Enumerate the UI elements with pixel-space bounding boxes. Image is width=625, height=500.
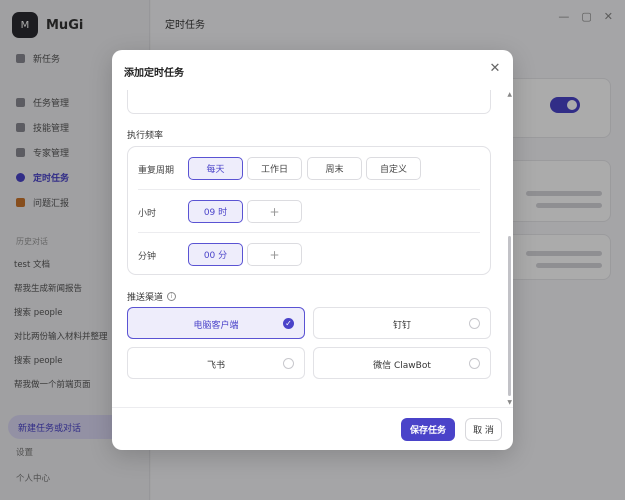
channel-text: 飞书 — [206, 361, 225, 371]
scrollbar-thumb[interactable] — [508, 236, 511, 396]
add-minute-button[interactable]: + — [247, 243, 302, 266]
scroll-down-arrow-icon[interactable]: ▼ — [507, 399, 512, 406]
task-content-textarea[interactable] — [127, 90, 491, 114]
channel-desktop-client[interactable]: 电脑客户端 ✓ — [127, 307, 305, 339]
hour-label: 小时 — [138, 209, 157, 219]
repeat-option-weekdays[interactable]: 工作日 — [247, 157, 302, 180]
dialog-title: 添加定时任务 — [124, 68, 184, 79]
channel-text: 钉钉 — [392, 321, 411, 331]
scroll-up-arrow-icon[interactable]: ▲ — [507, 91, 512, 98]
hour-row: 小时 09 时 + — [128, 190, 490, 233]
channel-feishu[interactable]: 飞书 — [127, 347, 305, 379]
channel-dingtalk[interactable]: 钉钉 — [313, 307, 491, 339]
channel-text: 微信 ClawBot — [373, 361, 431, 371]
check-icon: ✓ — [283, 318, 294, 329]
radio-icon — [469, 318, 480, 329]
channel-wechat-clawbot[interactable]: 微信 ClawBot — [313, 347, 491, 379]
repeat-option-daily[interactable]: 每天 — [188, 157, 243, 180]
cancel-button[interactable]: 取 消 — [465, 418, 502, 441]
hour-chip[interactable]: 09 时 — [188, 200, 243, 223]
repeat-label: 重复周期 — [138, 166, 175, 176]
repeat-option-weekend[interactable]: 周末 — [307, 157, 362, 180]
radio-icon — [469, 358, 480, 369]
add-hour-button[interactable]: + — [247, 200, 302, 223]
channel-label-text: 推送渠道 — [127, 293, 164, 303]
repeat-row: 重复周期 每天 工作日 周末 自定义 — [128, 147, 490, 190]
dialog-footer: 保存任务 取 消 — [112, 407, 513, 450]
save-task-button[interactable]: 保存任务 — [401, 418, 455, 441]
frequency-card: 重复周期 每天 工作日 周末 自定义 小时 09 时 + 分钟 00 分 + — [127, 146, 491, 275]
frequency-label: 执行频率 — [127, 128, 163, 141]
channel-label: 推送渠道 i — [127, 290, 177, 303]
minute-label: 分钟 — [138, 252, 157, 262]
radio-icon — [283, 358, 294, 369]
info-icon[interactable]: i — [167, 292, 177, 301]
close-icon[interactable]: ✕ — [487, 61, 503, 77]
dialog-body[interactable]: 执行频率 重复周期 每天 工作日 周末 自定义 小时 09 时 + 分钟 00 … — [112, 90, 513, 407]
repeat-option-custom[interactable]: 自定义 — [366, 157, 421, 180]
minute-row: 分钟 00 分 + — [128, 233, 490, 276]
channel-text: 电脑客户端 — [193, 321, 239, 331]
minute-chip[interactable]: 00 分 — [188, 243, 243, 266]
add-scheduled-task-dialog: 添加定时任务 ✕ 执行频率 重复周期 每天 工作日 周末 自定义 小时 09 时… — [112, 50, 513, 450]
dialog-header: 添加定时任务 ✕ — [112, 50, 513, 90]
frequency-label-text: 执行频率 — [127, 131, 164, 141]
